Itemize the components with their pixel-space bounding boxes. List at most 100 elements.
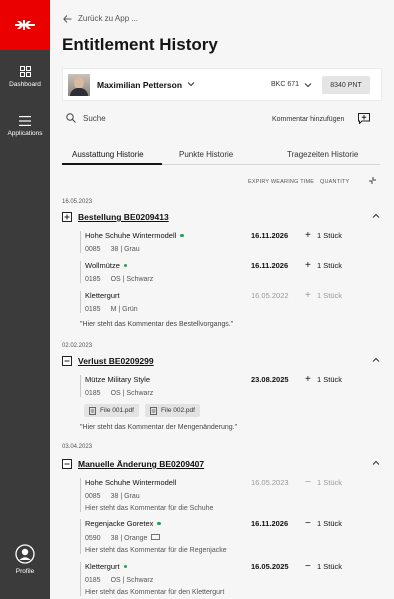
- column-header-quantity: QUANTITY: [320, 179, 350, 185]
- item-expiry: 16.05.2022: [251, 291, 289, 300]
- sidebar-item-applications[interactable]: Applications: [0, 116, 50, 137]
- avatar: [68, 74, 90, 96]
- account-selector[interactable]: BKC 671: [271, 81, 299, 88]
- item-code: 0185: [85, 276, 101, 283]
- group-header[interactable]: Bestellung BE0209413: [62, 212, 169, 222]
- user-card: Maximilian Petterson BKC 671 8340 PNT: [62, 68, 382, 101]
- item-size: OS: [110, 276, 121, 283]
- group-title[interactable]: Verlust BE0209299: [78, 356, 154, 366]
- status-dot: [123, 564, 128, 569]
- item-color: Grau: [124, 246, 140, 253]
- search-input[interactable]: Suche: [83, 114, 106, 123]
- item-quantity: +1 Stück: [305, 373, 342, 385]
- chevron-down-icon[interactable]: [304, 81, 312, 90]
- minus-icon: −: [305, 517, 311, 529]
- item-quantity: −1 Stück: [305, 560, 343, 572]
- minus-square-icon[interactable]: [62, 459, 72, 469]
- quantity-value: 1 Stück: [317, 562, 343, 571]
- color-swatch-icon: [151, 534, 161, 542]
- item-expiry: 16.11.2026: [251, 519, 289, 528]
- item-comment: Hier steht das Kommentar für die Regenja…: [85, 547, 227, 554]
- item-name: Regenjacke Goretex: [85, 519, 154, 528]
- column-header-expiry: EXPIRY WEARING TIME: [248, 179, 315, 185]
- back-link[interactable]: Zurück zu App ...: [63, 14, 138, 23]
- user-name: Maximilian Petterson: [97, 80, 183, 90]
- chevron-up-icon[interactable]: [372, 356, 380, 365]
- status-dot: [157, 521, 161, 526]
- main-content: Zurück zu App ... Entitlement History Ma…: [50, 0, 394, 599]
- list-item: Klettergurt 0185 M | Grün 16.05.2022 +1 S…: [80, 289, 380, 313]
- group-date: 03.04.2023: [62, 444, 93, 450]
- status-dot: [123, 263, 128, 268]
- item-code: 0085: [85, 493, 101, 500]
- item-comment: Hier steht das Kommentar für den Kletter…: [85, 589, 225, 596]
- chevron-up-icon[interactable]: [372, 459, 380, 468]
- item-color: Schwarz: [126, 276, 154, 283]
- minus-square-icon[interactable]: [62, 356, 72, 366]
- file-attachment[interactable]: File 002.pdf: [144, 404, 200, 417]
- attachments: File 001.pdf File 002.pdf: [84, 404, 206, 417]
- item-color: Schwarz: [126, 577, 154, 584]
- item-expiry: 16.05.2025: [251, 562, 289, 571]
- search-field[interactable]: Suche: [66, 113, 106, 123]
- item-name: Mütze Military Style: [85, 375, 151, 384]
- tab-ausstattung-historie[interactable]: Ausstattung Historie: [72, 150, 144, 159]
- plus-icon: +: [305, 229, 311, 241]
- list-item: Regenjacke Goretex 0590 38 | Orange Hier …: [80, 517, 380, 554]
- item-code: 0185: [85, 390, 101, 397]
- item-quantity: +1 Stück: [305, 289, 343, 301]
- list-item: Mütze Military Style 0185 OS | Schwarz 23…: [80, 373, 380, 397]
- quantity-value: 1 Stück: [317, 291, 343, 300]
- sidebar: Dashboard Applications Profile: [0, 0, 50, 599]
- add-comment-icon[interactable]: [358, 113, 370, 126]
- group-comment: "Hier steht das Kommentar des Bestellvor…: [80, 321, 234, 328]
- chevron-up-icon[interactable]: [372, 212, 380, 221]
- sidebar-item-label: Dashboard: [9, 81, 41, 88]
- item-size: 38: [110, 493, 119, 500]
- group-header[interactable]: Manuelle Änderung BE0209407: [62, 459, 204, 469]
- history-tabs: Ausstattung Historie Punkte Historie Tra…: [62, 145, 380, 165]
- group-title[interactable]: Manuelle Änderung BE0209407: [78, 459, 204, 469]
- plus-square-icon[interactable]: [62, 212, 72, 222]
- collapse-all-icon[interactable]: [368, 176, 377, 187]
- sidebar-item-profile[interactable]: Profile: [0, 544, 50, 575]
- quantity-value: 1 Stück: [317, 519, 343, 528]
- add-comment-button[interactable]: Kommentar hinzufügen: [272, 116, 344, 123]
- quantity-value: 1 Stück: [317, 478, 343, 487]
- file-attachment[interactable]: File 001.pdf: [84, 404, 139, 417]
- item-color: Schwarz: [126, 390, 154, 397]
- tab-tragezeiten-historie[interactable]: Tragezeiten Historie: [287, 150, 358, 159]
- plus-icon: +: [305, 289, 311, 301]
- sidebar-item-label: Applications: [7, 130, 43, 137]
- item-size: 38: [110, 534, 119, 542]
- group-title[interactable]: Bestellung BE0209413: [78, 212, 169, 222]
- item-size: OS: [110, 577, 121, 584]
- search-icon: [66, 113, 76, 123]
- item-quantity: +1 Stück: [305, 259, 342, 271]
- minus-icon: −: [305, 560, 311, 572]
- item-expiry: 23.08.2025: [251, 375, 289, 384]
- document-icon: [89, 406, 96, 415]
- item-code: 0590: [85, 534, 101, 542]
- chevron-down-icon[interactable]: [187, 80, 195, 89]
- sbb-logo-icon: [15, 20, 35, 30]
- menu-icon: [19, 116, 31, 126]
- group-header[interactable]: Verlust BE0209299: [62, 356, 154, 366]
- page-title: Entitlement History: [62, 35, 218, 54]
- list-item: Hohe Schuhe Wintermodell 0085 38 | Grau H…: [80, 477, 380, 512]
- plus-icon: +: [305, 259, 311, 271]
- tab-punkte-historie[interactable]: Punkte Historie: [179, 150, 233, 159]
- item-quantity: −1 Stück: [305, 517, 343, 529]
- sidebar-item-dashboard[interactable]: Dashboard: [0, 66, 50, 88]
- item-code: 0185: [85, 306, 101, 313]
- item-quantity: +1 Stück: [305, 229, 342, 241]
- item-size: 38: [110, 246, 119, 253]
- dashboard-grid-icon: [19, 66, 31, 77]
- item-name: Hohe Schuhe Wintermodell: [85, 231, 177, 240]
- file-name: File 001.pdf: [100, 407, 134, 414]
- list-item: Hohe Schuhe Wintermodell 0085 38 | Grau 1…: [80, 229, 380, 253]
- item-name: Hohe Schuhe Wintermodell: [85, 478, 177, 487]
- plus-icon: +: [305, 373, 311, 385]
- brand-logo[interactable]: [0, 0, 50, 50]
- list-item: Wollmütze 0185 OS | Schwarz 16.11.2026 +1…: [80, 259, 380, 283]
